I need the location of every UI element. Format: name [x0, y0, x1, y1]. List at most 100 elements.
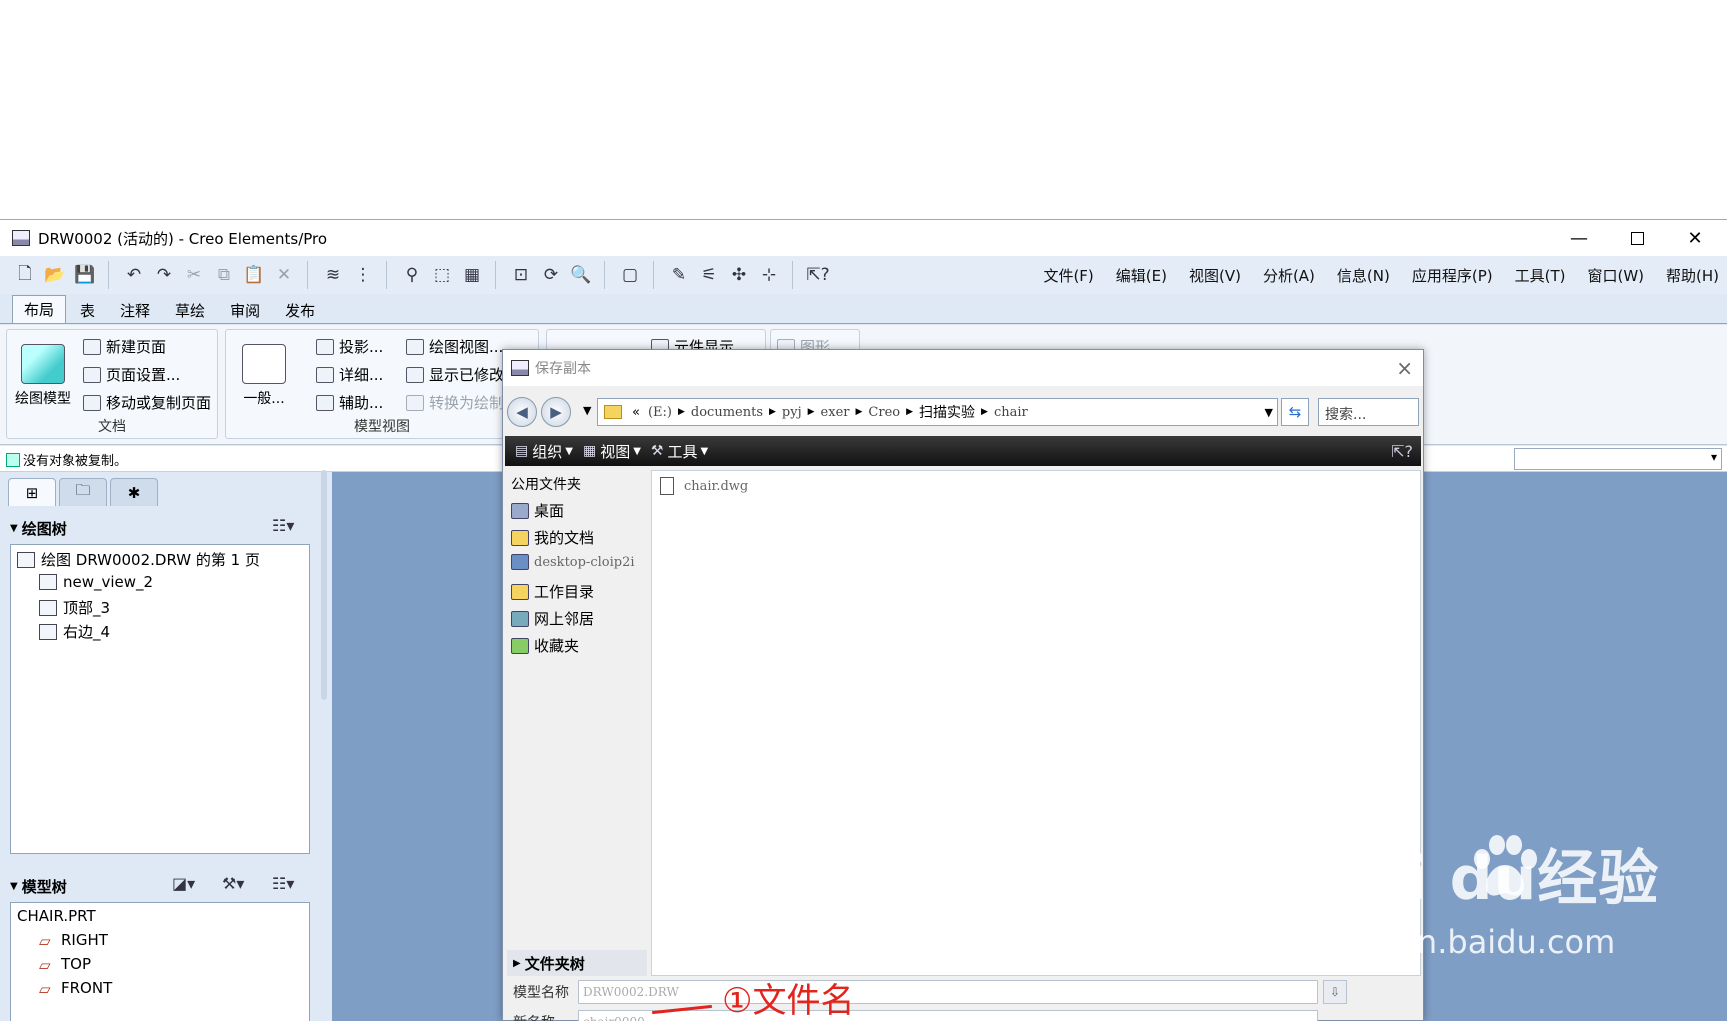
organize-button[interactable]: ▤ 组织 ▼ [515, 441, 573, 462]
delete-icon[interactable]: ✕ [271, 262, 297, 288]
address-segment[interactable]: pyj [782, 405, 802, 420]
forward-icon[interactable]: ▶ [541, 397, 571, 427]
menu-analysis[interactable]: 分析(A) [1263, 265, 1315, 286]
place-my-documents[interactable]: 我的文档 [511, 527, 594, 548]
address-segment[interactable]: chair [994, 405, 1028, 420]
tab-sketch[interactable]: 草绘 [164, 297, 216, 323]
folder-tree-toggle[interactable]: ▶ 文件夹树 [507, 950, 647, 976]
undo-icon[interactable]: ↶ [121, 262, 147, 288]
layers-icon[interactable]: ≋ [320, 262, 346, 288]
tree-item-view[interactable]: new_view_2 [39, 573, 153, 591]
address-bar[interactable]: « (E:) ▶ documents ▶ pyj ▶ exer ▶ Creo ▶ 扫描实验… [597, 398, 1278, 426]
tab-table[interactable]: 表 [69, 297, 106, 323]
menu-tools[interactable]: 工具(T) [1515, 265, 1566, 286]
menu-view[interactable]: 视图(V) [1189, 265, 1241, 286]
address-segment[interactable]: documents [691, 405, 763, 420]
drawing-tree-header[interactable]: ▼ 绘图树 [10, 518, 67, 539]
new-file-icon[interactable]: 🗋 [12, 262, 38, 288]
menu-applications[interactable]: 应用程序(P) [1412, 265, 1493, 286]
model-name-field[interactable]: DRW0002.DRW [578, 980, 1318, 1004]
address-segment[interactable]: Creo [868, 405, 900, 420]
general-view-button[interactable]: 一般... [234, 344, 294, 408]
cut-icon[interactable]: ✂ [181, 262, 207, 288]
tree-item-datum[interactable]: ▱ TOP [39, 955, 91, 974]
model-select-icon[interactable]: ⇩ [1323, 980, 1347, 1004]
menu-file[interactable]: 文件(F) [1043, 265, 1093, 286]
show-modified-button[interactable]: 显示已修改 [406, 364, 504, 385]
menu-edit[interactable]: 编辑(E) [1116, 265, 1167, 286]
settings-icon[interactable]: ▦ [459, 262, 485, 288]
redo-icon[interactable]: ↷ [151, 262, 177, 288]
search-input[interactable]: 搜索... [1318, 398, 1419, 426]
help-icon[interactable]: ⇱? [1391, 442, 1413, 461]
save-icon[interactable]: 💾 [72, 262, 98, 288]
address-segment[interactable]: 扫描实验 [919, 402, 975, 422]
select-box-icon[interactable]: ⬚ [429, 262, 455, 288]
back-icon[interactable]: ◀ [507, 397, 537, 427]
tree-item-datum[interactable]: ▱ RIGHT [39, 931, 108, 950]
zoom-window-icon[interactable]: ⊡ [508, 262, 534, 288]
close-button[interactable]: ✕ [1666, 220, 1724, 256]
history-dropdown-icon[interactable]: ▼ [583, 404, 591, 417]
paste-icon[interactable]: 📋 [241, 262, 267, 288]
drawing-view-button[interactable]: 绘图视图... [406, 336, 503, 357]
tree-item-view[interactable]: 顶部_3 [39, 597, 110, 618]
model-tree-header[interactable]: ▼ 模型树 [10, 876, 67, 897]
tree-item-datum[interactable]: ▱ FRONT [39, 979, 112, 998]
address-segment[interactable]: (E:) [648, 405, 672, 420]
tools-icon[interactable]: ⚒▾ [222, 874, 244, 893]
annotate-icon[interactable]: ⚟ [696, 262, 722, 288]
place-desktop[interactable]: 桌面 [511, 500, 564, 521]
repaint-icon[interactable]: ⟳ [538, 262, 564, 288]
tree-item-view[interactable]: 右边_4 [39, 621, 110, 642]
snap-icon[interactable]: ✣ [726, 262, 752, 288]
page-setup-button[interactable]: 页面设置... [83, 364, 180, 385]
file-item[interactable]: chair.dwg [660, 477, 748, 495]
show-icon[interactable]: ◪▾ [172, 874, 195, 893]
tree-item-part[interactable]: CHAIR.PRT [17, 907, 96, 925]
place-favorites[interactable]: 收藏夹 [511, 635, 579, 656]
minimize-button[interactable]: — [1550, 220, 1608, 256]
maximize-button[interactable] [1608, 220, 1666, 256]
selection-filter-select[interactable] [1514, 448, 1722, 470]
place-computer[interactable]: desktop-cloip2i [511, 554, 635, 570]
place-working-directory[interactable]: 工作目录 [511, 581, 594, 602]
tree-item-sheet[interactable]: 绘图 DRW0002.DRW 的第 1 页 [17, 549, 260, 570]
copy-icon[interactable]: ⧉ [211, 262, 237, 288]
projection-button[interactable]: 投影... [316, 336, 383, 357]
menu-window[interactable]: 窗口(W) [1587, 265, 1644, 286]
menu-info[interactable]: 信息(N) [1337, 265, 1390, 286]
model-tree-tab-icon[interactable]: ⊞ [8, 478, 56, 506]
address-dropdown-icon[interactable]: ▼ [1265, 406, 1273, 419]
auxiliary-button[interactable]: 辅助... [316, 392, 383, 413]
new-page-button[interactable]: 新建页面 [83, 336, 166, 357]
tab-review[interactable]: 审阅 [219, 297, 271, 323]
grid-icon[interactable]: ⊹ [756, 262, 782, 288]
view-button[interactable]: ▦ 视图 ▼ [583, 441, 641, 462]
folder-browser-tab-icon[interactable]: 🗀 [59, 478, 107, 506]
new-name-field[interactable]: chair0000 [578, 1010, 1318, 1021]
menu-help[interactable]: 帮助(H) [1666, 265, 1719, 286]
place-network[interactable]: 网上邻居 [511, 608, 594, 629]
open-folder-icon[interactable]: 📂 [42, 262, 68, 288]
tree-settings-icon[interactable]: ☷▾ [272, 874, 294, 893]
whats-this-icon[interactable]: ⇱? [805, 262, 831, 288]
panel-splitter[interactable] [321, 470, 327, 700]
detailed-button[interactable]: 详细... [316, 364, 383, 385]
tab-publish[interactable]: 发布 [274, 297, 326, 323]
favorites-tab-icon[interactable]: ✱ [110, 478, 158, 506]
dialog-close-button[interactable]: × [1396, 356, 1413, 380]
address-segment[interactable]: exer [821, 405, 850, 420]
sketch-icon[interactable]: ✎ [666, 262, 692, 288]
tab-layout[interactable]: 布局 [12, 295, 67, 323]
zoom-fit-icon[interactable]: 🔍 [568, 262, 594, 288]
display-style-icon[interactable]: ▢ [617, 262, 643, 288]
binoculars-icon[interactable]: ⚲ [399, 262, 425, 288]
model-tree-icon[interactable]: ⋮ [350, 262, 376, 288]
tools-button[interactable]: ⚒ 工具 ▼ [651, 441, 708, 462]
move-copy-page-button[interactable]: 移动或复制页面 [83, 392, 211, 413]
drawing-model-button[interactable]: 绘图模型 [11, 344, 75, 408]
convert-to-draw-button[interactable]: 转换为绘制 [406, 392, 504, 413]
tree-settings-icon[interactable]: ☷▾ [272, 516, 294, 535]
tab-annotate[interactable]: 注释 [109, 297, 161, 323]
